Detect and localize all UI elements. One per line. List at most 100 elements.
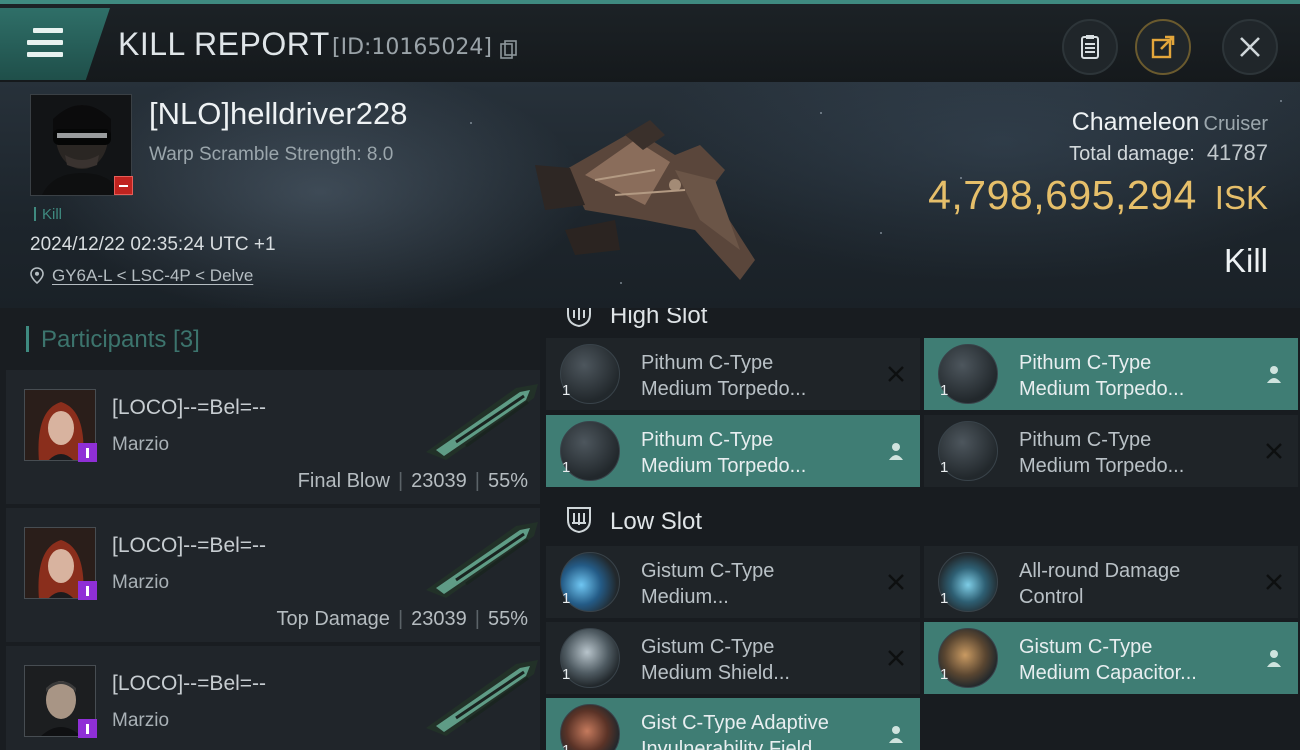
total-damage-label: Total damage: — [1069, 143, 1195, 165]
participant-card[interactable]: [LOCO]--=Bel=-- Marzio — [6, 646, 540, 750]
top-bar: KILL REPORT [ID:10165024] — [0, 0, 1300, 82]
module-name: Gistum C-Type Medium... — [641, 560, 775, 608]
kill-result: Kill — [1223, 242, 1268, 279]
module-name: Pithum C-Type Medium Torpedo... — [641, 352, 807, 400]
x-icon — [888, 366, 904, 382]
high-slot-title: High Slot — [564, 308, 707, 330]
high-slot-module[interactable]: 1 Pithum C-Type Medium Torpedo... — [924, 338, 1298, 410]
participant-percent: 55% — [487, 470, 528, 492]
module-name: Pithum C-Type Medium Torpedo... — [1019, 352, 1185, 400]
module-quantity: 1 — [562, 742, 570, 750]
participant-damage: 23039 — [411, 470, 467, 492]
participant-stats: Top Damage | 23039 | 55% — [276, 608, 528, 630]
participant-stats: Final Blow | 23039 | 55% — [297, 470, 528, 492]
low-slot-module[interactable]: 1 All-round Damage Control — [924, 546, 1298, 618]
module-name: All-round Damage Control — [1019, 560, 1181, 608]
hamburger-icon — [27, 28, 63, 64]
share-button[interactable] — [1135, 19, 1191, 75]
victim-ship-image — [535, 120, 755, 280]
high-slot-module[interactable]: 1 Pithum C-Type Medium Torpedo... — [924, 415, 1298, 487]
security-status-badge — [114, 176, 133, 195]
participant-ship-icon — [426, 660, 538, 736]
person-icon — [1267, 366, 1281, 383]
high-slot-module[interactable]: 1 Pithum C-Type Medium Torpedo... — [546, 415, 920, 487]
ship-name-row: Chameleon Cruiser — [1072, 108, 1268, 137]
module-name: Gist C-Type Adaptive Invulnerability Fiel… — [641, 712, 829, 750]
participant-name[interactable]: [LOCO]--=Bel=-- — [112, 396, 266, 420]
clipboard-icon — [1081, 35, 1099, 59]
copy-icon[interactable] — [500, 40, 518, 60]
ship-name[interactable]: Chameleon — [1072, 108, 1200, 136]
page-title: KILL REPORT — [118, 26, 330, 62]
module-quantity: 1 — [562, 666, 571, 683]
person-icon — [889, 726, 903, 743]
low-slot-icon — [567, 507, 591, 534]
high-slot-label: High Slot — [610, 308, 708, 329]
participant-role: Final Blow — [297, 470, 390, 492]
person-icon — [1267, 650, 1281, 667]
corp-badge — [78, 581, 97, 600]
ship-class: Cruiser — [1203, 113, 1268, 135]
module-quantity: 1 — [562, 459, 571, 476]
participant-damage: 23039 — [411, 608, 467, 630]
close-icon — [1240, 37, 1260, 57]
high-slot-module[interactable]: 1 Pithum C-Type Medium Torpedo... — [546, 338, 920, 410]
isk-value: 4,798,695,294 — [928, 172, 1197, 218]
high-slot-icon — [567, 308, 591, 328]
participant-ship: Marzio — [112, 710, 170, 731]
close-button[interactable] — [1222, 19, 1278, 75]
module-name: Pithum C-Type Medium Torpedo... — [1019, 429, 1185, 477]
kill-tag: Kill — [34, 206, 62, 223]
isk-unit: ISK — [1214, 179, 1268, 216]
person-icon — [889, 443, 903, 460]
participant-role: Top Damage — [276, 608, 390, 630]
low-slot-title: Low Slot — [564, 504, 702, 536]
corp-badge — [78, 443, 97, 462]
fitting-panel: High Slot 1 Pithum C-Type Medium Torpedo.… — [540, 308, 1300, 750]
victim-banner: [NLO]helldriver228 Warp Scramble Strengt… — [0, 82, 1300, 308]
total-damage: Total damage: 41787 — [1069, 140, 1268, 166]
module-quantity: 1 — [940, 459, 949, 476]
kill-location[interactable]: GY6A-L < LSC-4P < Delve — [30, 266, 253, 286]
module-name: Pithum C-Type Medium Torpedo... — [641, 429, 807, 477]
module-quantity: 1 — [940, 666, 949, 683]
module-quantity: 1 — [940, 382, 949, 399]
x-icon — [888, 650, 904, 666]
module-name: Gistum C-Type Medium Capacitor... — [1019, 636, 1197, 684]
menu-button[interactable] — [0, 8, 110, 80]
participant-card[interactable]: [LOCO]--=Bel=-- Marzio Top Damage | 23039 |… — [6, 508, 540, 642]
victim-name[interactable]: [NLO]helldriver228 — [149, 96, 407, 132]
kill-datetime: 2024/12/22 02:35:24 UTC +1 — [30, 234, 276, 255]
module-quantity: 1 — [562, 590, 571, 607]
participant-percent: 55% — [487, 608, 528, 630]
report-id: [ID:10165024] — [332, 35, 492, 60]
participant-name[interactable]: [LOCO]--=Bel=-- — [112, 672, 266, 696]
x-icon — [1266, 443, 1282, 459]
participant-ship: Marzio — [112, 572, 170, 593]
participant-name[interactable]: [LOCO]--=Bel=-- — [112, 534, 266, 558]
low-slot-label: Low Slot — [610, 508, 703, 535]
low-slot-module[interactable]: 1 Gistum C-Type Medium Shield... — [546, 622, 920, 694]
participant-ship-icon — [426, 384, 538, 460]
participants-header: Participants [3] — [26, 326, 200, 354]
warp-scramble-strength: Warp Scramble Strength: 8.0 — [149, 144, 394, 165]
participants-panel: Participants [3] [LOCO]--=Bel=-- Marzio … — [0, 308, 540, 750]
low-slot-module[interactable]: 1 Gist C-Type AdaptiveInvulnerability Fi… — [546, 698, 920, 750]
corp-badge — [78, 719, 97, 738]
location-pin-icon — [30, 267, 44, 284]
location-link[interactable]: GY6A-L < LSC-4P < Delve — [52, 266, 253, 285]
total-damage-value: 41787 — [1206, 140, 1268, 165]
module-quantity: 1 — [940, 590, 949, 607]
low-slot-module[interactable]: 1 Gistum C-Type Medium Capacitor... — [924, 622, 1298, 694]
low-slot-module[interactable]: 1 Gistum C-Type Medium... — [546, 546, 920, 618]
participant-card[interactable]: [LOCO]--=Bel=-- Marzio Final Blow | 23039 |… — [6, 370, 540, 504]
module-quantity: 1 — [562, 382, 571, 399]
x-icon — [888, 574, 904, 590]
isk-value-row: 4,798,695,294 ISK — [928, 172, 1268, 219]
x-icon — [1266, 574, 1282, 590]
share-icon — [1151, 35, 1175, 59]
participant-ship: Marzio — [112, 434, 170, 455]
participant-ship-icon — [426, 522, 538, 598]
module-name: Gistum C-Type Medium Shield... — [641, 636, 790, 684]
clipboard-button[interactable] — [1062, 19, 1118, 75]
